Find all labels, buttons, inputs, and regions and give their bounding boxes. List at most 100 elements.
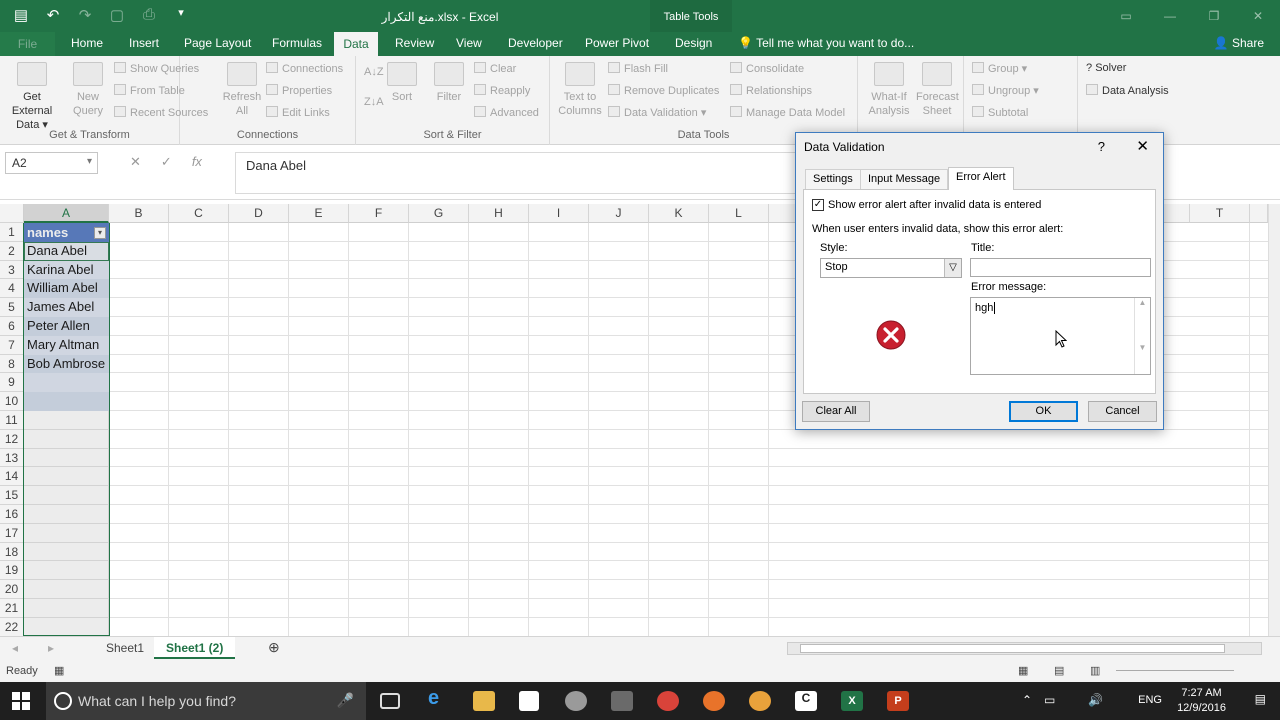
task-view-icon[interactable] [380,693,400,709]
tab-developer[interactable]: Developer [508,36,563,50]
tab-home[interactable]: Home [71,36,103,50]
table-empty-cell[interactable] [24,392,109,411]
properties-button[interactable]: Properties [266,84,332,97]
solver-button[interactable]: ? Solver [1086,62,1126,74]
sort-za-icon[interactable]: Z↓A [364,96,384,108]
share-button[interactable]: 👤 Share [1214,36,1264,50]
message-scrollbar[interactable]: ▲ ▼ [1134,298,1150,374]
excel-taskbar-icon[interactable]: X [841,691,863,711]
firefox-icon[interactable] [703,691,725,711]
connections-button[interactable]: Connections [266,62,343,75]
app-icon-1[interactable] [565,691,587,711]
new-query-button[interactable]: New Query [66,62,110,118]
column-header-k[interactable]: K [649,204,709,223]
refresh-all-button[interactable]: Refresh All [220,62,264,118]
table-empty-cell[interactable] [24,373,109,393]
row-header-18[interactable]: 18 [0,542,24,562]
dialog-close-icon[interactable]: ✕ [1136,137,1149,155]
network-icon[interactable]: ▭ [1044,693,1055,707]
flash-fill-button[interactable]: Flash Fill [608,62,668,75]
column-header-t[interactable]: T [1190,204,1250,223]
formula-input[interactable]: Dana Abel [235,152,795,194]
edit-links-button[interactable]: Edit Links [266,106,330,119]
tab-insert[interactable]: Insert [129,36,159,50]
name-cell[interactable]: Karina Abel [24,260,109,280]
column-header-b[interactable]: B [109,204,169,223]
insert-function-icon[interactable]: fx [192,154,202,170]
tab-data[interactable]: Data [334,32,378,56]
minimize-icon[interactable]: — [1148,0,1192,32]
macro-record-icon[interactable]: ▦ [54,664,64,677]
page-layout-view-icon[interactable]: ▤ [1054,664,1064,677]
row-header-15[interactable]: 15 [0,486,24,505]
name-cell[interactable]: Mary Altman [24,335,109,355]
select-all-corner[interactable] [0,204,24,223]
store-icon[interactable] [519,691,539,711]
clear-all-button[interactable]: Clear All [802,401,870,422]
ungroup-button[interactable]: Ungroup ▾ [972,84,1039,97]
name-cell[interactable]: Peter Allen [24,317,109,336]
get-external-data-button[interactable]: Get External Data ▾ [2,62,62,132]
row-header-17[interactable]: 17 [0,523,24,543]
show-error-alert-checkbox[interactable]: ✓ [812,199,824,211]
row-header-20[interactable]: 20 [0,580,24,599]
name-cell[interactable]: Bob Ambrose [24,354,109,374]
page-break-view-icon[interactable]: ▥ [1090,664,1100,677]
cortana-search-box[interactable]: What can I help you find? 🎤 [46,682,366,720]
column-header-e[interactable]: E [289,204,349,223]
horizontal-scroll-thumb[interactable] [800,644,1225,653]
row-header-6[interactable]: 6 [0,317,24,336]
volume-icon[interactable]: 🔊 [1088,693,1103,707]
app-icon-2[interactable] [611,691,633,711]
camtasia-icon[interactable]: C [795,691,817,711]
column-header-d[interactable]: D [229,204,289,223]
edge-browser-icon[interactable]: e [428,687,450,709]
sort-az-icon[interactable]: A↓Z [364,66,384,78]
name-cell[interactable]: William Abel [24,279,109,299]
sheet-nav-next-icon[interactable]: ▸ [36,637,66,659]
style-select[interactable]: Stop ▽ [820,258,962,278]
column-header-h[interactable]: H [469,204,529,223]
maximize-icon[interactable]: ❐ [1192,0,1236,32]
cancel-entry-icon[interactable]: ✕ [130,154,141,170]
row-header-8[interactable]: 8 [0,354,24,374]
name-box[interactable]: A2 [5,152,98,174]
row-header-3[interactable]: 3 [0,260,24,280]
consolidate-button[interactable]: Consolidate [730,62,804,75]
zoom-slider[interactable] [1116,670,1234,671]
column-header-f[interactable]: F [349,204,409,223]
powerpoint-taskbar-icon[interactable]: P [887,691,909,711]
confirm-entry-icon[interactable]: ✓ [161,154,172,170]
windows-start-icon[interactable] [12,692,30,710]
data-analysis-button[interactable]: Data Analysis [1086,84,1169,97]
column-header-a[interactable]: A [24,204,109,223]
text-to-columns-button[interactable]: Text to Columns [558,62,602,118]
tell-me-search[interactable]: 💡 Tell me what you want to do... [738,36,914,50]
subtotal-button[interactable]: Subtotal [972,106,1028,119]
close-window-icon[interactable]: ✕ [1236,0,1280,32]
tab-settings[interactable]: Settings [805,169,861,190]
name-cell[interactable]: Dana Abel [24,242,109,261]
file-explorer-icon[interactable] [473,691,495,711]
cancel-button[interactable]: Cancel [1088,401,1157,422]
sheet-nav-prev-icon[interactable]: ◂ [0,637,30,659]
tab-view[interactable]: View [456,36,482,50]
sheet-tab-sheet1-2[interactable]: Sheet1 (2) [154,637,236,659]
column-header-next[interactable] [1250,204,1268,223]
column-header-j[interactable]: J [589,204,649,223]
what-if-analysis-button[interactable]: What-If Analysis [866,62,912,118]
row-header-19[interactable]: 19 [0,561,24,581]
add-sheet-icon[interactable]: ⊕ [256,637,292,659]
table-header-cell[interactable]: names ▾ [24,223,109,242]
column-header-l[interactable]: L [709,204,769,223]
row-header-12[interactable]: 12 [0,429,24,449]
forecast-sheet-button[interactable]: Forecast Sheet [916,62,959,118]
row-header-10[interactable]: 10 [0,392,24,411]
filter-dropdown-icon[interactable]: ▾ [94,227,106,239]
from-table-button[interactable]: From Table [114,84,185,97]
style-dropdown-icon[interactable]: ▽ [944,259,961,277]
tab-error-alert[interactable]: Error Alert [948,167,1014,190]
row-header-16[interactable]: 16 [0,505,24,524]
column-header-g[interactable]: G [409,204,469,223]
tab-page-layout[interactable]: Page Layout [184,36,251,50]
